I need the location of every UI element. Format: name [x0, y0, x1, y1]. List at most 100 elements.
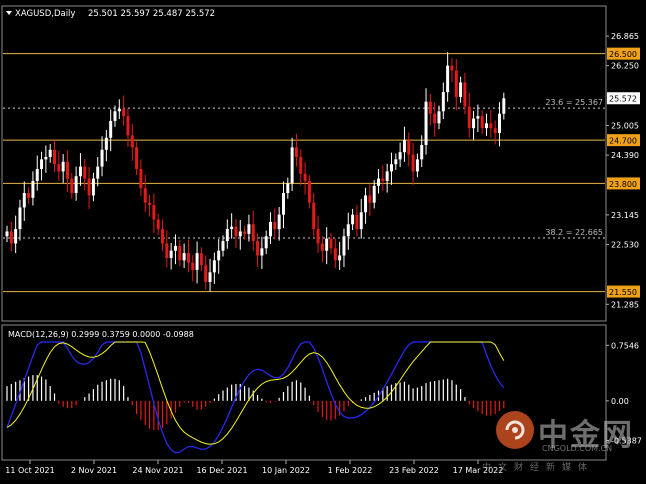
candle-body — [264, 236, 268, 249]
candle-body — [364, 195, 368, 213]
price-y-tick-label: 23.145 — [611, 211, 639, 220]
x-tick-label: 24 Nov 2021 — [132, 466, 183, 475]
candle-body — [355, 214, 359, 230]
candle-body — [91, 178, 95, 196]
candle-body — [303, 173, 307, 182]
candle-body — [381, 178, 385, 182]
candle-body — [329, 238, 333, 249]
candle-body — [96, 166, 100, 179]
candle-body — [48, 149, 52, 157]
candle-body — [217, 250, 221, 261]
candle-body — [5, 231, 9, 237]
candle-body — [338, 255, 342, 261]
candle-body — [182, 253, 186, 261]
candle-body — [312, 202, 316, 230]
candle-body — [221, 241, 225, 251]
candle-body — [437, 111, 441, 124]
candle-body — [472, 118, 476, 129]
price-y-tick-label: 22.530 — [611, 240, 639, 249]
candle-body — [57, 164, 61, 172]
candle-body — [368, 195, 372, 203]
candle-body — [277, 214, 281, 230]
candle-body — [186, 253, 190, 263]
candle-body — [53, 149, 57, 165]
price-y-tick-label: 26.250 — [611, 62, 639, 71]
cngold-watermark: 中金网 CNGOLD.COM.CN 中文财经新媒体 — [482, 408, 642, 473]
candle-body — [316, 229, 320, 244]
candle-body — [502, 98, 506, 114]
symbol-label: XAGUSD,Daily — [15, 9, 75, 19]
candle-body — [230, 226, 234, 230]
candle-body — [476, 116, 480, 119]
candle-body — [273, 221, 277, 230]
cngold-logo-icon — [496, 411, 534, 449]
x-tick-label: 23 Feb 2022 — [389, 466, 439, 475]
candle-body — [208, 272, 212, 282]
candle-body — [489, 123, 493, 129]
chart-canvas[interactable]: 23.6 = 25.367 38.2 = 22.665 26.500 24.700 2… — [0, 0, 646, 480]
candle-body — [256, 241, 260, 256]
candle-body — [260, 248, 264, 256]
current-price-label: 25.572 — [609, 95, 637, 104]
watermark-tagline: 中文财经新媒体 — [482, 463, 595, 473]
candle-body — [394, 159, 398, 165]
candle-body — [243, 231, 247, 234]
candle-body — [450, 65, 454, 71]
candle-body — [420, 144, 424, 160]
candle-body — [290, 147, 294, 184]
candle-body — [407, 140, 411, 155]
candle-body — [100, 149, 104, 167]
candle-body — [497, 113, 501, 133]
candle-body — [65, 161, 69, 179]
candle-body — [225, 229, 229, 242]
candle-body — [27, 193, 31, 198]
candle-body — [212, 260, 216, 273]
candle-body — [22, 193, 26, 208]
candle-body — [152, 205, 156, 220]
candle-body — [346, 224, 350, 237]
price-y-tick-label: 25.005 — [611, 122, 639, 131]
candle-body — [148, 202, 152, 206]
fibonacci-level-label: 23.6 = 25.367 — [545, 98, 603, 107]
candle-body — [113, 111, 117, 121]
candle-body — [446, 65, 450, 93]
macd-y-tick-label: 0.00 — [611, 397, 629, 406]
x-tick-label: 16 Dec 2021 — [196, 466, 247, 475]
candle-body — [372, 185, 376, 203]
candle-body — [191, 262, 195, 270]
macd-header: MACD(12,26,9) 0.2999 0.3759 0.0000 -0.09… — [8, 330, 194, 339]
candle-body — [83, 166, 87, 179]
candle-body — [139, 169, 143, 189]
candle-body — [18, 207, 22, 230]
price-y-tick-label: 24.390 — [611, 151, 639, 160]
candle-body — [411, 154, 415, 172]
candle-body — [161, 229, 165, 244]
candle-body — [169, 250, 173, 258]
candle-body — [156, 219, 160, 230]
candle-body — [135, 147, 139, 169]
price-y-tick-label: 26.865 — [611, 32, 639, 41]
candle-body — [402, 140, 406, 153]
candle-body — [78, 166, 82, 177]
candle-body — [104, 137, 108, 150]
candle-body — [299, 156, 303, 174]
candle-body — [70, 178, 74, 194]
candle-body — [463, 82, 467, 107]
x-tick-label: 2 Nov 2021 — [71, 466, 117, 475]
candle-body — [377, 178, 381, 186]
candle-body — [35, 169, 39, 182]
candle-body — [130, 135, 134, 148]
x-tick-label: 1 Feb 2022 — [328, 466, 373, 475]
candle-body — [247, 224, 251, 234]
candle-body — [251, 224, 255, 242]
candle-body — [204, 265, 208, 282]
candle-body — [415, 159, 419, 172]
candle-body — [493, 128, 497, 133]
candle-body — [9, 231, 13, 244]
candle-body — [459, 82, 463, 97]
candle-body — [44, 156, 48, 160]
candle-body — [307, 181, 311, 203]
candle-body — [234, 226, 238, 237]
candle-body — [199, 253, 203, 266]
candle-body — [428, 101, 432, 114]
